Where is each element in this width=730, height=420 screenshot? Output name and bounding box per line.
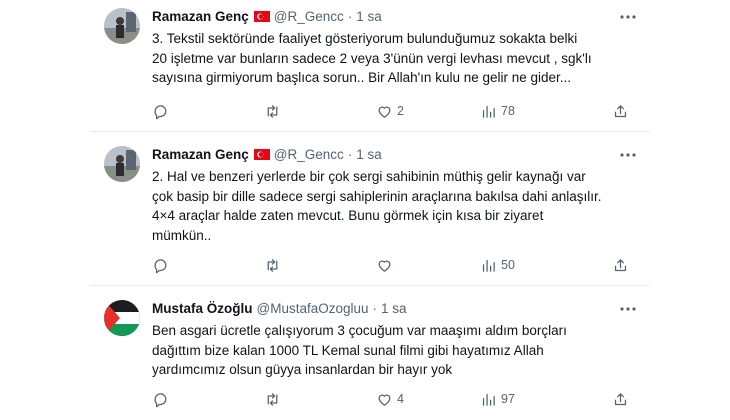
author-name[interactable]: Ramazan Genç: [152, 147, 249, 162]
reply-icon: [154, 104, 167, 119]
like-button[interactable]: 4: [376, 391, 404, 408]
views-button[interactable]: 78: [480, 103, 515, 120]
retweet-icon: [267, 104, 278, 118]
views-button[interactable]: 97: [480, 391, 515, 408]
views-icon: [482, 105, 495, 118]
tweet[interactable]: Ramazan Genç @R_Gencc · 1 sa 2. Hal ve b…: [90, 138, 650, 286]
more-icon[interactable]: [618, 10, 638, 24]
tweet-actions: 50: [152, 255, 632, 275]
retweet-button[interactable]: [264, 257, 285, 274]
timestamp[interactable]: 1 sa: [356, 9, 382, 24]
more-icon[interactable]: [618, 302, 638, 316]
tweet-feed: Ramazan Genç @R_Gencc · 1 sa 3. Tekstil …: [0, 0, 730, 420]
reply-icon: [154, 392, 167, 407]
like-button[interactable]: 2: [376, 103, 404, 120]
tweet-text: 2. Hal ve benzeri yerlerde bir çok sergi…: [152, 169, 602, 243]
author-handle[interactable]: @MustafaOzogluu: [257, 301, 369, 316]
like-count: 4: [397, 392, 404, 406]
like-icon: [378, 260, 391, 272]
timestamp[interactable]: 1 sa: [356, 147, 382, 162]
share-icon: [614, 104, 627, 117]
share-icon: [614, 258, 627, 271]
separator-dot: ·: [347, 146, 353, 162]
author-handle[interactable]: @R_Gencc: [274, 147, 344, 162]
avatar[interactable]: [104, 300, 140, 336]
author-name[interactable]: Mustafa Özoğlu: [152, 301, 253, 316]
views-icon: [482, 259, 495, 272]
like-button[interactable]: [376, 257, 397, 274]
timestamp[interactable]: 1 sa: [381, 301, 407, 316]
view-count: 50: [501, 258, 515, 272]
separator-dot: ·: [347, 8, 353, 24]
tweet-text: Ben asgari ücretle çalışıyorum 3 çocuğum…: [152, 323, 567, 377]
view-count: 78: [501, 104, 515, 118]
retweet-button[interactable]: [264, 103, 285, 120]
views-icon: [482, 393, 495, 406]
like-icon: [378, 106, 391, 118]
retweet-icon: [267, 258, 278, 272]
avatar[interactable]: [104, 8, 140, 44]
share-button[interactable]: [612, 391, 629, 408]
retweet-button[interactable]: [264, 391, 285, 408]
like-icon: [378, 394, 391, 406]
reply-button[interactable]: [152, 257, 173, 274]
separator-dot: ·: [372, 300, 378, 316]
author-handle[interactable]: @R_Gencc: [274, 9, 344, 24]
tweet[interactable]: Mustafa Özoğlu @MustafaOzogluu · 1 sa Be…: [90, 292, 650, 420]
share-button[interactable]: [612, 103, 629, 120]
view-count: 97: [501, 392, 515, 406]
share-icon: [614, 392, 627, 405]
author-name[interactable]: Ramazan Genç: [152, 9, 249, 24]
tweet[interactable]: Ramazan Genç @R_Gencc · 1 sa 3. Tekstil …: [90, 0, 650, 132]
retweet-icon: [267, 392, 278, 406]
avatar[interactable]: [104, 146, 140, 182]
turkey-flag-icon: [253, 148, 270, 160]
tweet-actions: 4 97: [152, 389, 632, 409]
more-icon[interactable]: [618, 148, 638, 162]
reply-icon: [154, 258, 167, 273]
tweet-text: 3. Tekstil sektöründe faaliyet gösteriyo…: [152, 31, 592, 85]
reply-button[interactable]: [152, 391, 173, 408]
reply-button[interactable]: [152, 103, 173, 120]
share-button[interactable]: [612, 257, 629, 274]
turkey-flag-icon: [253, 10, 270, 22]
tweet-actions: 2 78: [152, 101, 632, 121]
views-button[interactable]: 50: [480, 257, 515, 274]
like-count: 2: [397, 104, 404, 118]
